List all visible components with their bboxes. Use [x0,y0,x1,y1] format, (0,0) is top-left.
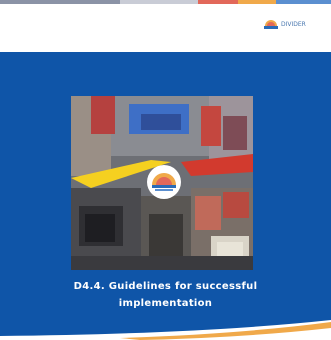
bottom-swoosh [0,320,331,340]
sunrise-emblem-icon [147,165,181,199]
document-title-line: implementation [118,298,213,309]
document-cover-page: DIVIDER D4.4. Guidelines for successful … [0,0,331,340]
cover-panel: D4.4. Guidelines for successful implemen… [0,52,331,340]
document-title: D4.4. Guidelines for successful implemen… [20,278,311,312]
sunrise-emblem-icon [264,20,278,29]
page-header: DIVIDER [0,4,331,48]
logo-wordmark: DIVIDER [281,20,306,28]
document-title-line: D4.4. Guidelines for successful [73,281,258,292]
project-logo: DIVIDER [264,18,311,30]
